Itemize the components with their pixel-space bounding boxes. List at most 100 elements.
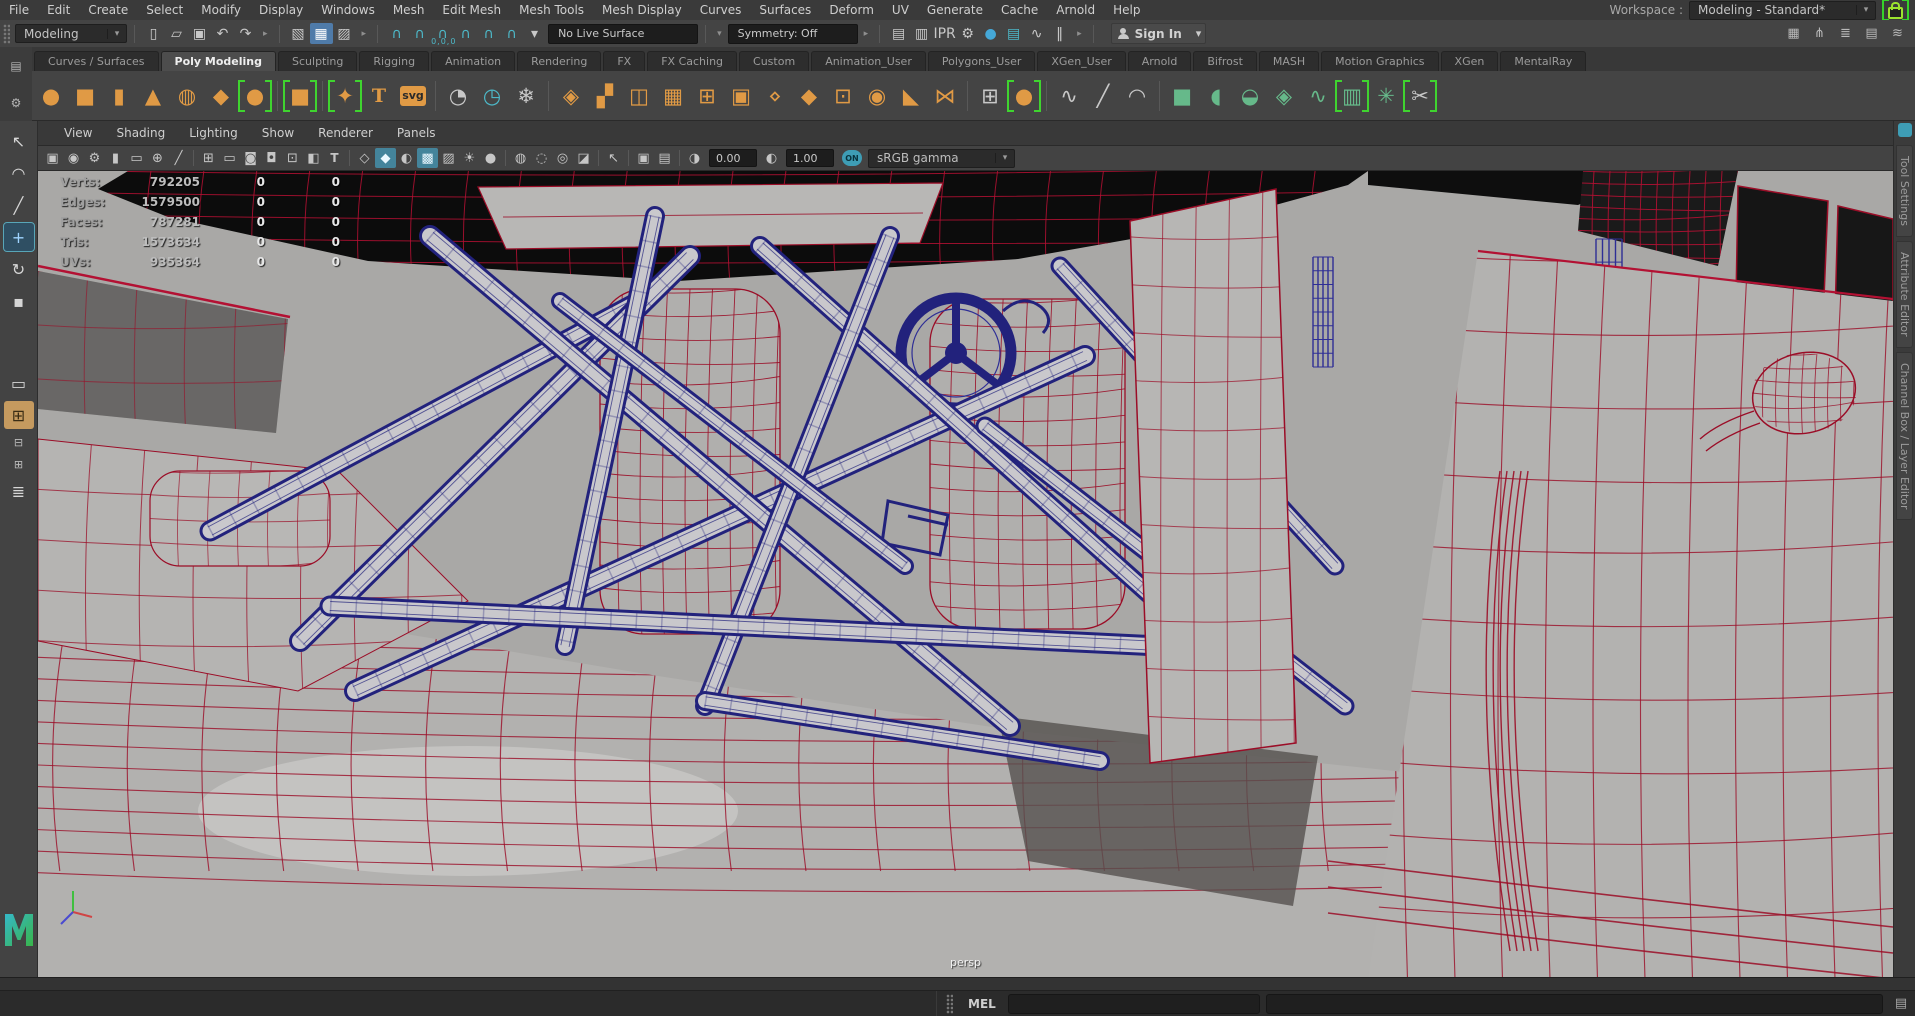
resolution-gate-icon[interactable]: ◙ [240, 148, 261, 168]
pan-zoom-icon[interactable]: ⊕ [147, 148, 168, 168]
wrap-deformer-icon[interactable]: ● [1007, 78, 1041, 114]
select-camera-icon[interactable]: ▣ [42, 148, 63, 168]
expand-arrow-icon[interactable]: ▸ [259, 29, 272, 39]
sidebar-expand-icon[interactable] [1897, 123, 1912, 137]
humanik-icon[interactable]: ⋔ [1808, 23, 1831, 44]
live-surface-field[interactable]: No Live Surface [548, 23, 699, 44]
quad-draw-icon[interactable]: ▞ [588, 78, 622, 114]
chevron-down-icon[interactable]: ▾ [107, 28, 126, 39]
shelf-tab[interactable]: XGen_User [1037, 51, 1126, 71]
boolean-union-icon[interactable]: ■ [1165, 78, 1199, 114]
panel-menu-item[interactable]: Show [250, 126, 306, 140]
shelf-tab[interactable]: XGen [1440, 51, 1499, 71]
pencil-curve-icon[interactable]: ╱ [1086, 78, 1120, 114]
textured-display-icon[interactable]: ▩ [417, 148, 438, 168]
poly-cube-icon[interactable]: ■ [68, 78, 102, 114]
interactive-cube-icon[interactable]: ■ [283, 78, 317, 114]
exposure-field[interactable]: 0.00 [709, 149, 757, 167]
isolate-select-icon[interactable]: ↖ [603, 148, 624, 168]
field-chart-icon[interactable]: ⊡ [282, 148, 303, 168]
panel-menu-item[interactable]: View [52, 126, 104, 140]
menu-item[interactable]: Generate [918, 3, 992, 17]
snap-view-plane-icon[interactable]: ∩ [477, 23, 500, 44]
flatten-icon[interactable]: ⋄ [758, 78, 792, 114]
chevron-down-icon[interactable]: ▾ [713, 29, 726, 39]
film-gate-icon[interactable]: ▭ [219, 148, 240, 168]
sculpt-tool-icon[interactable]: ◔ [441, 78, 475, 114]
script-editor-icon[interactable]: ▤ [1891, 996, 1915, 1011]
shelf-tab[interactable]: Custom [739, 51, 810, 71]
shelf-tab[interactable]: Curves / Surfaces [34, 51, 159, 71]
status-line-grip[interactable] [3, 23, 10, 44]
color-management-toggle[interactable]: ON [842, 150, 862, 166]
bookmark-icon[interactable]: ▮ [105, 148, 126, 168]
paint-effects-panel-icon[interactable]: ∿ [1025, 23, 1048, 44]
menu-item[interactable]: Cache [992, 3, 1047, 17]
panel-menu-item[interactable]: Renderer [306, 126, 385, 140]
grease-pencil-icon[interactable]: ╱ [168, 148, 189, 168]
wireframe-on-shaded-icon[interactable]: ◐ [396, 148, 417, 168]
snap-options-chevron-icon[interactable]: ▾ [523, 23, 546, 44]
select-object-icon[interactable]: ▦ [309, 23, 333, 44]
snap-projected-center-icon[interactable]: ∩ [454, 23, 477, 44]
bevel-icon[interactable]: ◣ [894, 78, 928, 114]
lasso-tool-icon[interactable]: ◠ [4, 159, 34, 187]
menu-item[interactable]: Deform [820, 3, 883, 17]
subdivide-icon[interactable]: ▦ [656, 78, 690, 114]
camera-settings-icon[interactable]: ⚙ [84, 148, 105, 168]
undo-icon[interactable]: ↶ [211, 23, 234, 44]
menu-item[interactable]: UV [883, 3, 918, 17]
panel-menu-item[interactable]: Panels [385, 126, 448, 140]
boolean-difference-icon[interactable]: ◖ [1199, 78, 1233, 114]
attribute-editor-icon[interactable]: ▤ [1860, 23, 1883, 44]
modeling-toolkit-icon[interactable]: ▦ [1782, 23, 1805, 44]
smooth-icon[interactable]: ◆ [792, 78, 826, 114]
menu-item[interactable]: Edit [38, 3, 79, 17]
menu-item[interactable]: Modify [192, 3, 250, 17]
expand-arrow-icon[interactable]: ▸ [1073, 29, 1086, 39]
xgen-flower-icon[interactable]: ✳ [1369, 78, 1403, 114]
shelf-tab[interactable]: Animation_User [811, 51, 926, 71]
mirror-icon[interactable]: ◫ [622, 78, 656, 114]
poly-cylinder-icon[interactable]: ▮ [102, 78, 136, 114]
menu-item[interactable]: Arnold [1047, 3, 1104, 17]
boolean-intersection-icon[interactable]: ◒ [1233, 78, 1267, 114]
channel-box-icon[interactable]: ≣ [1834, 23, 1857, 44]
super-shape-icon[interactable]: ✦ [328, 78, 362, 114]
render-view-icon[interactable]: ▤ [887, 23, 910, 44]
shelf-tab[interactable]: Sculpting [278, 51, 358, 71]
menu-item[interactable]: Curves [691, 3, 751, 17]
poly-torus-icon[interactable]: ◍ [170, 78, 204, 114]
menu-item[interactable]: Mesh [384, 3, 434, 17]
shelf-tab[interactable]: FX Caching [647, 51, 738, 71]
camera-attributes-icon[interactable]: ◉ [63, 148, 84, 168]
sidebar-tab[interactable]: Tool Settings [1896, 145, 1913, 237]
viewport-canvas[interactable]: Verts: 792205 0 0 Edges: 1579500 0 0 Faces: 787… [38, 171, 1893, 977]
layout-four-pane-icon[interactable]: ⊞ [3, 401, 34, 429]
command-input[interactable] [1007, 993, 1260, 1014]
wheel-projection-icon[interactable]: ◉ [860, 78, 894, 114]
safe-action-icon[interactable]: ◧ [303, 148, 324, 168]
wireframe-display-icon[interactable]: ◇ [354, 148, 375, 168]
lattice-icon[interactable]: ⊞ [973, 78, 1007, 114]
xray-icon[interactable]: ▣ [633, 148, 654, 168]
menu-item[interactable]: Mesh Tools [510, 3, 593, 17]
ipr-render-icon[interactable]: IPR [933, 23, 956, 44]
shelf-tab[interactable]: FX [603, 51, 646, 71]
chevron-down-icon[interactable]: ▾ [995, 153, 1014, 163]
grid-fill-icon[interactable]: ⊞ [690, 78, 724, 114]
expand-arrow-icon[interactable]: ▸ [358, 29, 371, 39]
rotate-tool-icon[interactable]: ↻ [4, 255, 34, 283]
menu-item[interactable]: Edit Mesh [433, 3, 510, 17]
sidebar-tab[interactable]: Channel Box / Layer Editor [1896, 351, 1913, 521]
layout-single-pane-icon[interactable]: ▭ [4, 369, 34, 397]
cut-tool-icon[interactable]: ✂ [1403, 78, 1437, 114]
menu-item[interactable]: Create [79, 3, 137, 17]
occlusion-icon[interactable]: ◍ [510, 148, 531, 168]
svg-tool-icon[interactable]: svg [400, 85, 426, 106]
render-settings-icon[interactable]: ⚙ [956, 23, 979, 44]
menu-item[interactable]: Windows [312, 3, 384, 17]
gamma-icon[interactable]: ◐ [761, 148, 782, 168]
new-scene-icon[interactable]: ▯ [142, 23, 165, 44]
remesh-icon[interactable]: ◈ [1267, 78, 1301, 114]
